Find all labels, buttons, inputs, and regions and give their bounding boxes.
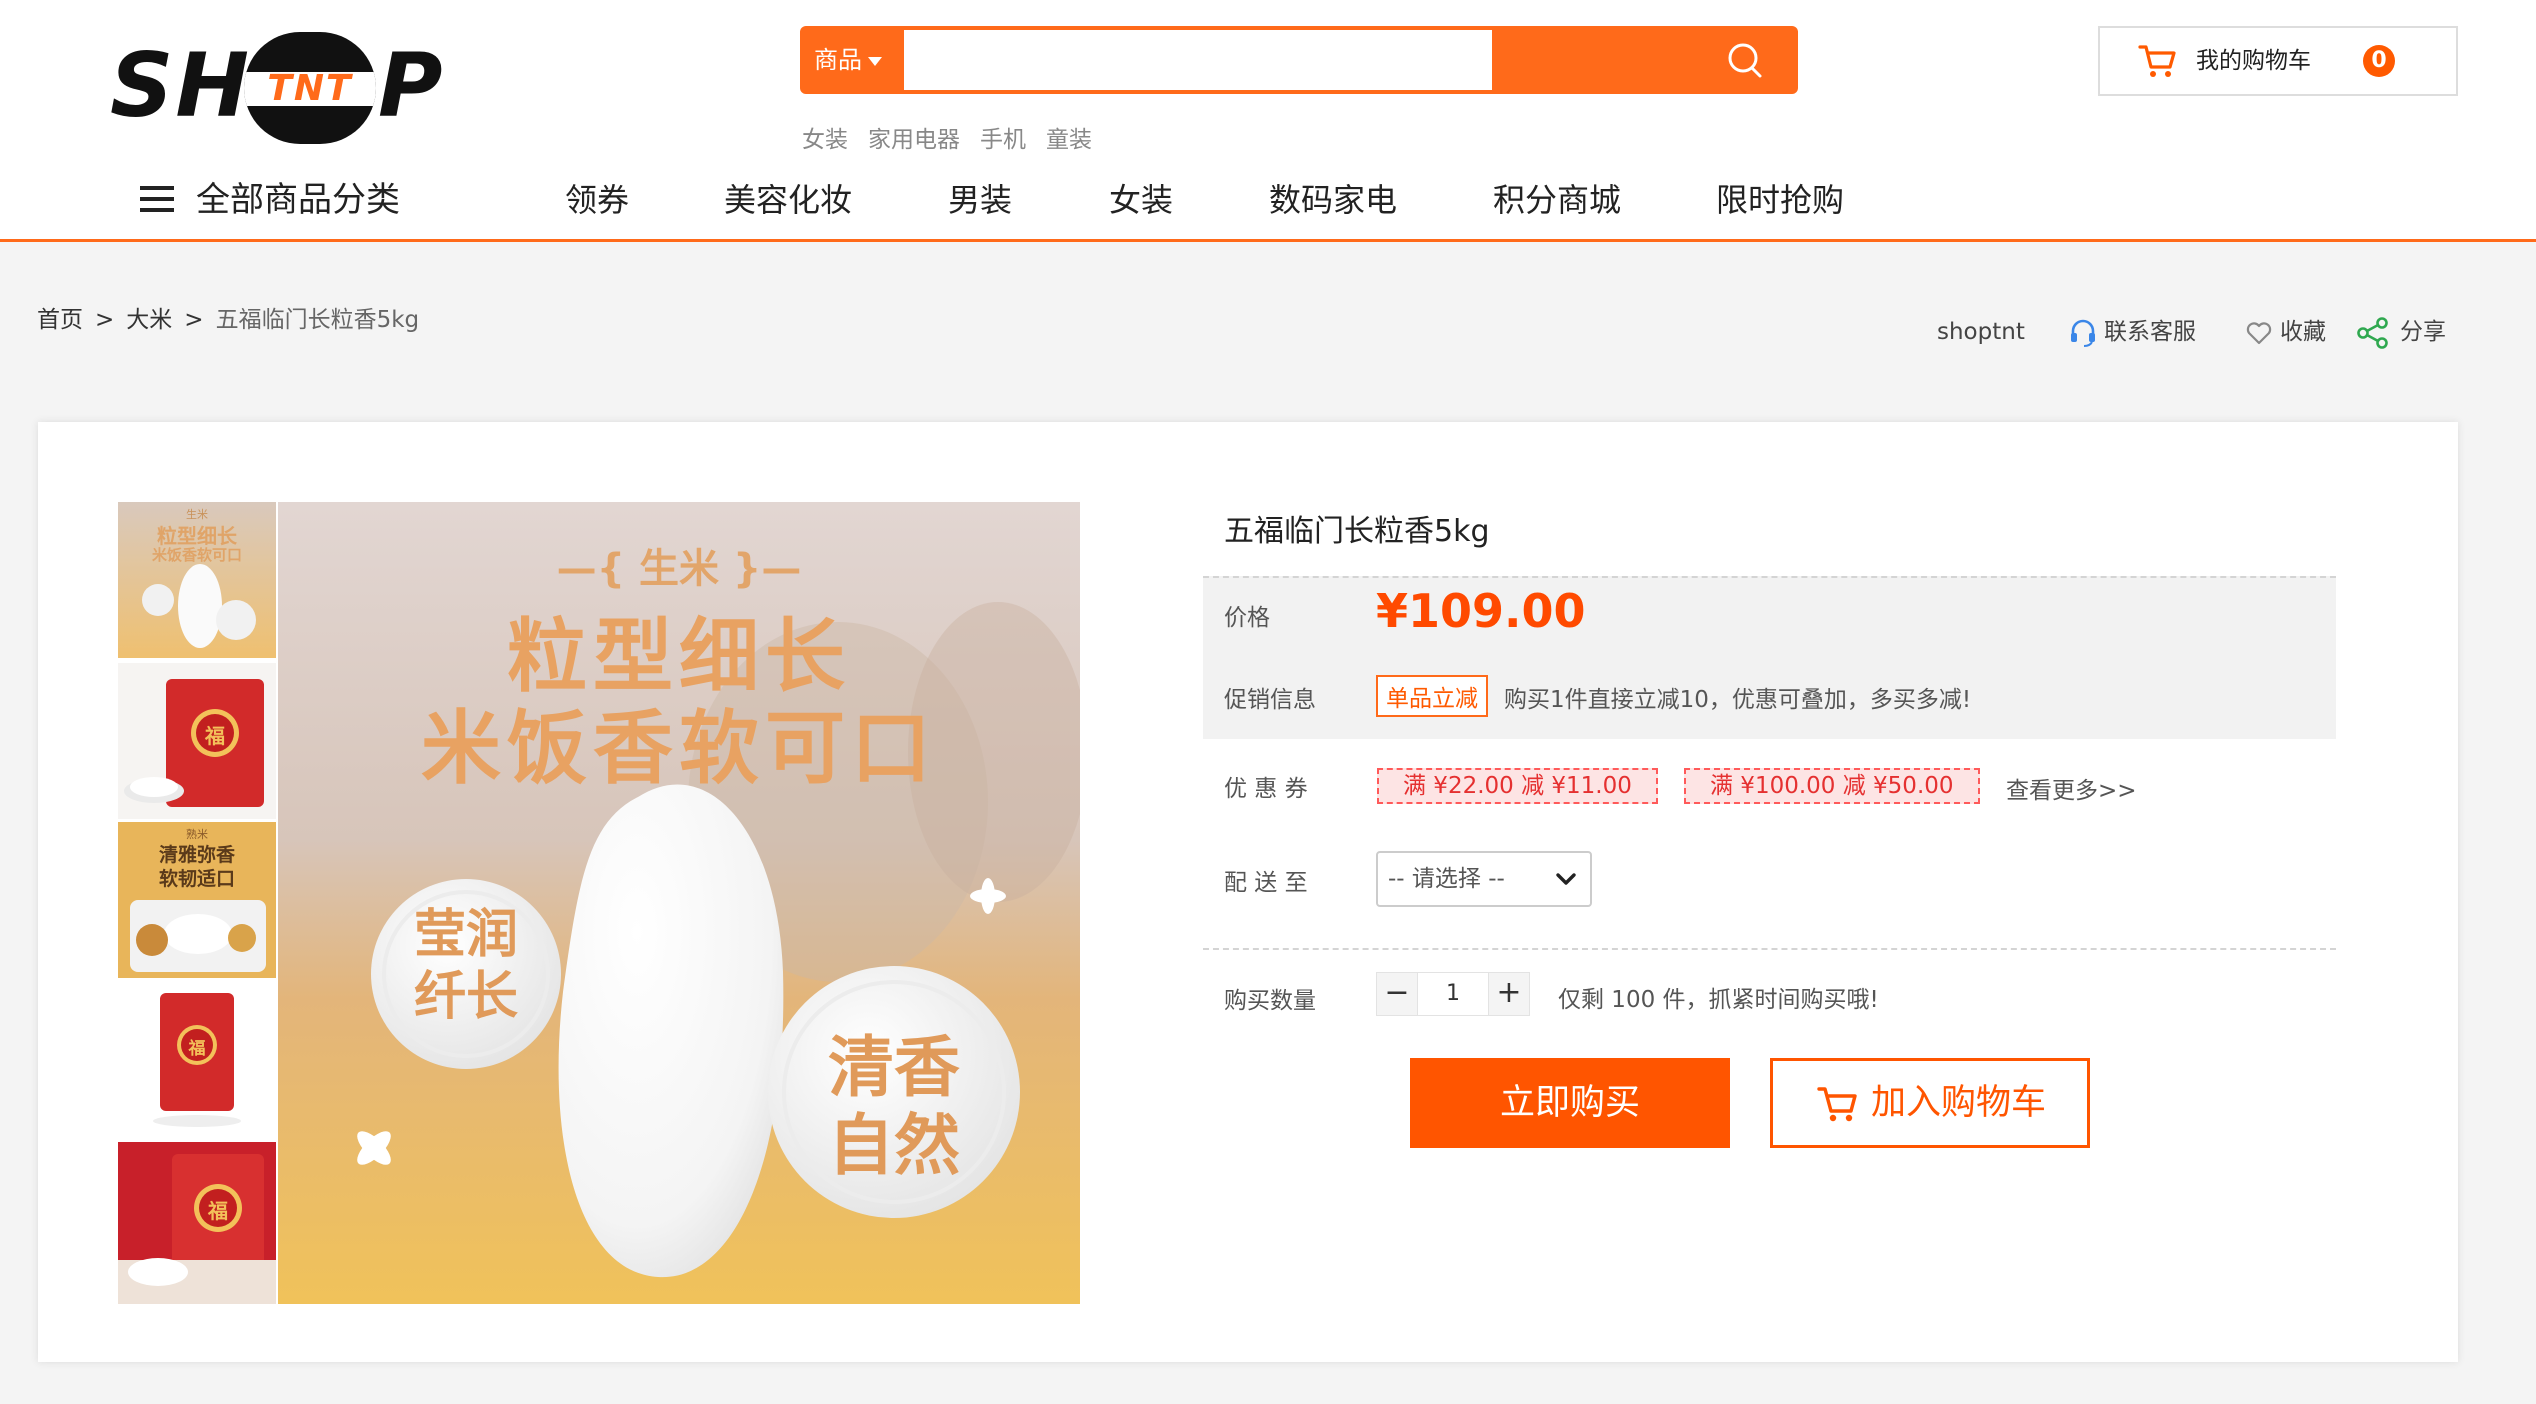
customer-service-button[interactable]: 联系客服 [2068,312,2196,352]
breadcrumb-current: 五福临门长粒香5kg [215,307,420,333]
search-input[interactable] [904,30,1492,90]
section-divider [1203,948,2336,950]
breadcrumb-separator: > [184,307,204,333]
menu-icon [140,184,174,214]
nav-item-points-mall[interactable]: 积分商城 [1493,172,1621,228]
add-to-cart-button[interactable]: 加入购物车 [1770,1058,2090,1148]
logo-text-right: P [378,34,445,137]
favorite-label: 收藏 [2280,319,2326,345]
buy-now-button[interactable]: 立即购买 [1410,1058,1730,1148]
logo-text-left: SH [110,34,252,137]
price-label: 价格 [1224,605,1270,631]
chevron-down-icon [1556,873,1576,885]
main-image-tag: —{ 生米 }— [556,546,802,592]
search-category-dropdown[interactable]: 商品 [814,26,882,94]
site-logo[interactable]: SH TNT P [110,26,450,146]
search-icon [1728,43,1762,78]
stock-notice: 仅剩 100 件，抓紧时间购买哦! [1558,987,1879,1013]
breadcrumb-separator: > [95,307,115,333]
nav-item-flash-sale[interactable]: 限时抢购 [1716,172,1844,228]
favorite-button[interactable]: 收藏 [2244,312,2326,352]
nav-item-digital[interactable]: 数码家电 [1269,172,1397,228]
thumbnail-text: 福 [205,724,225,748]
cart-icon [2138,45,2176,77]
thumbnail-list: 生米 粒型细长 米饭香软可口 福 熟米 清雅弥香 软韧适口 福 福 [118,502,278,1304]
thumbnail[interactable]: 福 [118,981,276,1137]
main-image-headline: 米饭香软可口 [421,702,937,795]
customer-service-label: 联系客服 [2104,319,2196,345]
breadcrumb-category[interactable]: 大米 [126,307,172,333]
quantity-input[interactable]: 1 [1418,972,1488,1016]
hotword-link[interactable]: 手机 [980,127,1026,153]
main-nav: 全部商品分类 领券 美容化妆 男装 女装 数码家电 积分商城 限时抢购 [0,172,2536,228]
coupon-label: 优 惠 券 [1224,776,1308,802]
hotword-link[interactable]: 家用电器 [868,127,960,153]
all-categories-menu[interactable]: 全部商品分类 [140,172,400,228]
search-category-label: 商品 [814,46,862,74]
thumbnail[interactable]: 生米 粒型细长 米饭香软可口 [118,502,276,658]
more-coupons-link[interactable]: 查看更多>> [2006,771,2137,805]
quantity-decrease-button[interactable]: − [1376,972,1418,1016]
quantity-increase-button[interactable]: + [1488,972,1530,1016]
quantity-label: 购买数量 [1224,988,1316,1014]
hotword-link[interactable]: 童装 [1046,127,1092,153]
search-bar: 商品 [800,26,1798,94]
thumbnail-text: 福 [208,1199,228,1223]
product-main-image: —{ 生米 }— 粒型细长 米饭香软可口 莹润 纤长 清香 自然 [278,502,1080,1304]
promo-badge: 单品立减 [1376,675,1488,717]
thumbnail[interactable]: 熟米 清雅弥香 软韧适口 [118,822,276,978]
headset-icon [2071,319,2095,347]
nav-item-womenswear[interactable]: 女装 [1109,172,1173,228]
price-panel [1203,576,2336,739]
thumbnail-text: 清雅弥香 [158,844,235,866]
circle-text: 纤长 [413,967,518,1027]
heart-icon [2246,321,2272,344]
nav-item-menswear[interactable]: 男装 [948,172,1012,228]
quantity-stepper: − 1 + [1376,972,1530,1016]
product-title: 五福临门长粒香5kg [1224,514,1490,549]
nav-item-beauty[interactable]: 美容化妆 [724,172,852,228]
thumbnail[interactable]: 福 [118,663,276,819]
circle-text: 自然 [828,1107,960,1184]
cart-count-badge: 0 [2363,45,2395,77]
promo-description: 购买1件直接立减10，优惠可叠加，多买多减! [1504,687,1972,713]
cart-label: 我的购物车 [2196,48,2311,74]
site-header: SH TNT P 商品 女装 家用电器 手机 童装 我的购物车 0 全部商品分类… [0,0,2536,242]
all-categories-label: 全部商品分类 [196,180,400,220]
product-price: ¥109.00 [1376,584,1586,638]
share-label: 分享 [2400,319,2446,345]
thumbnail-text: 福 [188,1039,206,1059]
share-icon [2357,316,2388,349]
search-button[interactable] [1692,26,1798,94]
delivery-region-value: -- 请选择 -- [1388,866,1505,892]
cart-icon [1817,1087,1857,1122]
logo-circle: TNT [244,32,376,144]
thumbnail[interactable]: 福 [118,1142,276,1304]
thumbnail-text: 米饭香软可口 [151,546,242,564]
delivery-label: 配 送 至 [1224,870,1308,896]
coupon-button[interactable]: 满 ¥22.00 减 ¥11.00 [1377,768,1658,804]
breadcrumb: 首页 > 大米 > 五福临门长粒香5kg [37,302,419,338]
thumbnail-text: 软韧适口 [158,868,235,890]
cart-button[interactable]: 我的购物车 0 [2098,26,2458,96]
hotword-link[interactable]: 女装 [802,127,848,153]
promo-label: 促销信息 [1224,687,1316,713]
nav-item-coupons[interactable]: 领券 [565,172,629,228]
share-button[interactable]: 分享 [2356,312,2446,352]
caret-down-icon [868,56,882,66]
add-to-cart-label: 加入购物车 [1871,1083,2047,1122]
logo-text-middle: TNT [267,68,353,109]
coupon-button[interactable]: 满 ¥100.00 减 ¥50.00 [1684,768,1980,804]
shop-name-link[interactable]: shoptnt [1937,312,2025,352]
breadcrumb-home[interactable]: 首页 [37,307,83,333]
delivery-region-select[interactable]: -- 请选择 -- [1376,851,1592,907]
hot-search-words: 女装 家用电器 手机 童装 [802,120,1112,154]
